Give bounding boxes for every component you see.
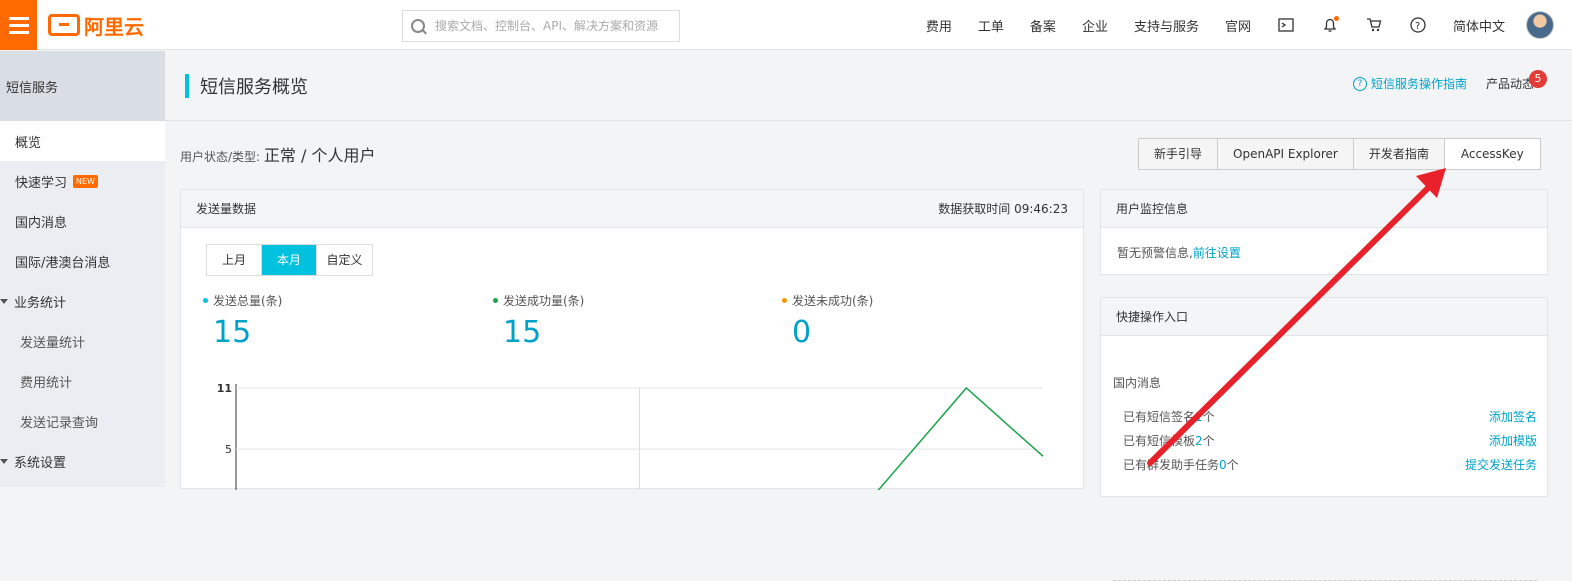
developer-guide-button[interactable]: 开发者指南 [1354,139,1445,169]
quick-row-template: 已有短信模板2个 添加模版 [1123,432,1537,449]
caret-down-icon [0,298,8,304]
sidebar-title: 短信服务 [0,51,165,121]
sidebar-item-overview[interactable]: 概览 [0,121,165,161]
sidebar-group-statistics[interactable]: 业务统计 [0,281,165,321]
quick-section-title: 国内消息 [1113,376,1162,390]
chart-y-tick-label: 11 [217,382,232,395]
stat-success: 发送成功量(条) 15 [493,292,584,350]
sidebar-item-send-stats[interactable]: 发送量统计 [0,321,165,361]
stat-failed: 发送未成功(条) 0 [782,292,873,350]
sidebar-item-send-records[interactable]: 发送记录查询 [0,401,165,441]
guide-link[interactable]: ? 短信服务操作指南 [1352,75,1467,92]
send-panel-title: 发送量数据 [196,202,257,216]
user-status: 用户状态/类型: 正常 / 个人用户 [180,146,376,165]
quick-panel-title: 快捷操作入口 [1116,310,1189,324]
hamburger-menu-icon[interactable] [0,0,37,50]
beginner-guide-button[interactable]: 新手引导 [1139,139,1219,169]
quick-actions-panel: 快捷操作入口 国内消息 已有短信签名1个 添加签名 已有短信模板2个 添加模版 已有… [1100,297,1548,581]
stat-failed-value: 0 [792,315,812,350]
notification-dot [1333,16,1339,21]
aliyun-logo[interactable]: 阿里云 [48,12,144,39]
stat-total: 发送总量(条) 15 [203,292,282,350]
top-bar: 阿里云 费用 工单 备案 企业 支持与服务 官网 ? 简体中文 [0,0,1572,50]
nav-beian[interactable]: 备案 [1017,16,1069,35]
product-news-link[interactable]: 产品动态 [1486,75,1534,92]
page-header: 短信服务概览 ? 短信服务操作指南 产品动态 5 [165,51,1572,121]
period-tabs: 上月 本月 自定义 [206,244,373,276]
top-nav: 费用 工单 备案 企业 支持与服务 官网 ? 简体中文 [913,0,1562,50]
tab-this-month[interactable]: 本月 [262,245,317,275]
monitor-notice: 暂无预警信息,前往设置 [1117,246,1241,260]
search-input[interactable] [435,19,675,33]
sidebar-item-international[interactable]: 国际/港澳台消息 [0,241,165,281]
new-badge: NEW [73,174,98,188]
search-icon [411,19,425,33]
help-icon[interactable]: ? [1396,0,1440,50]
nav-fee[interactable]: 费用 [913,16,965,35]
question-icon: ? [1352,76,1367,91]
dot-icon [782,298,787,303]
stat-success-value: 15 [503,315,542,350]
submit-task-link[interactable]: 提交发送任务 [1465,456,1537,473]
add-sign-link[interactable]: 添加签名 [1489,408,1537,425]
quick-row-sign: 已有短信签名1个 添加签名 [1123,408,1537,425]
action-button-group: 新手引导 OpenAPI Explorer 开发者指南 AccessKey [1138,138,1541,170]
quick-row-task: 已有群发助手任务0个 提交发送任务 [1123,456,1537,473]
stat-total-value: 15 [213,315,252,350]
nav-enterprise[interactable]: 企业 [1069,16,1121,35]
dot-icon [493,298,498,303]
language-switch[interactable]: 简体中文 [1440,16,1518,35]
sidebar-item-fee-stats[interactable]: 费用统计 [0,361,165,401]
chart-y-tick-label: 5 [225,443,232,456]
bell-icon[interactable] [1308,0,1352,50]
send-volume-panel: 发送量数据 数据获取时间 09:46:23 上月 本月 自定义 发送总量(条) 1… [180,189,1084,490]
main-content: 短信服务概览 ? 短信服务操作指南 产品动态 5 用户状态/类型: 正常 / 个人… [165,51,1572,581]
tab-last-month[interactable]: 上月 [207,245,262,275]
nav-support[interactable]: 支持与服务 [1121,16,1212,35]
accesskey-button[interactable]: AccessKey [1444,139,1540,169]
svg-text:?: ? [1415,21,1420,32]
send-volume-chart: 1150 [217,382,1044,490]
sidebar-group-settings[interactable]: 系统设置 [0,441,165,481]
go-settings-link[interactable]: 前往设置 [1193,246,1241,260]
sidebar-item-domestic[interactable]: 国内消息 [0,201,165,241]
page-title: 短信服务概览 [200,77,308,98]
user-avatar[interactable] [1526,11,1554,39]
chart-series-line [877,386,1044,490]
sidebar-item-quick-learn[interactable]: 快速学习 NEW [0,161,165,201]
nav-ticket[interactable]: 工单 [965,16,1017,35]
monitor-panel-title: 用户监控信息 [1116,202,1189,216]
fetch-time: 数据获取时间 09:46:23 [938,202,1068,216]
nav-official-site[interactable]: 官网 [1212,16,1264,35]
cart-icon[interactable] [1352,0,1396,50]
add-template-link[interactable]: 添加模版 [1489,432,1537,449]
sidebar: 短信服务 概览 快速学习 NEW 国内消息 国际/港澳台消息 业务统计 发送量统计… [0,51,165,487]
monitor-panel: 用户监控信息 暂无预警信息,前往设置 [1100,189,1548,275]
caret-down-icon [0,458,8,464]
dot-icon [203,298,208,303]
news-count-badge: 5 [1529,70,1547,88]
terminal-icon[interactable] [1264,0,1308,50]
search-box[interactable] [402,10,680,42]
title-accent-bar [185,74,189,98]
user-status-value: 正常 / 个人用户 [263,146,376,165]
tab-custom[interactable]: 自定义 [317,245,372,275]
openapi-explorer-button[interactable]: OpenAPI Explorer [1218,139,1354,169]
